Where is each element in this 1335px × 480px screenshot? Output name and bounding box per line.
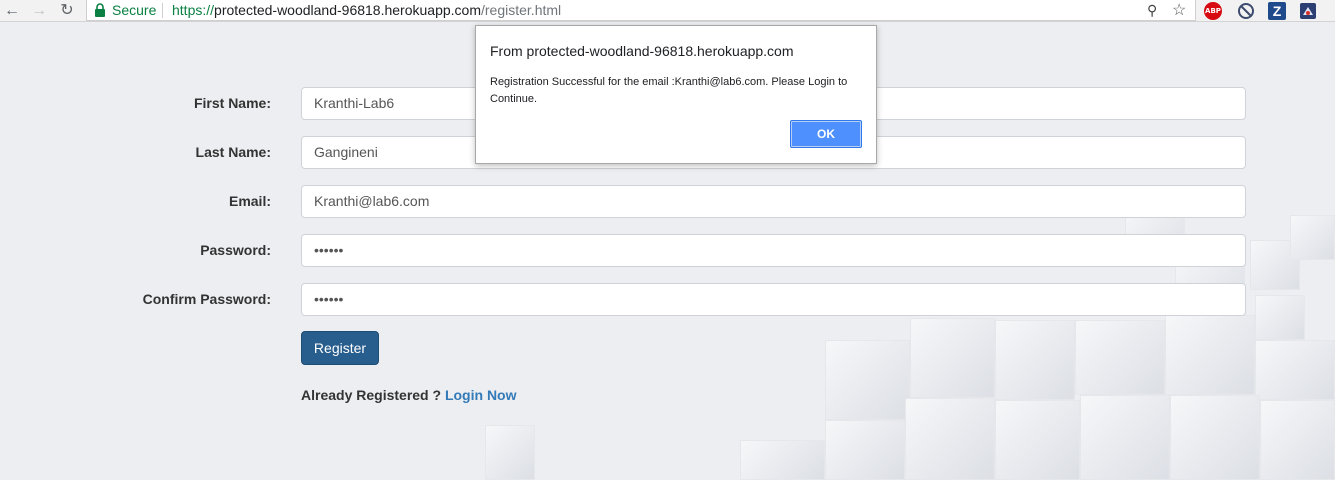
dialog-message: Registration Successful for the email :K…	[490, 76, 848, 105]
background-cube	[995, 320, 1075, 400]
ok-button[interactable]: OK	[790, 120, 862, 148]
last-name-label: Last Name:	[195, 144, 271, 160]
dialog-title: From protected-woodland-96818.herokuapp.…	[490, 43, 794, 59]
alert-dialog: From protected-woodland-96818.herokuapp.…	[475, 25, 877, 164]
bookmark-star-icon[interactable]: ☆	[1172, 0, 1186, 20]
url-scheme: https://	[172, 2, 215, 18]
confirm-password-label: Confirm Password:	[142, 291, 271, 307]
forward-arrow-icon[interactable]: →	[29, 1, 49, 21]
block-extension-icon[interactable]	[1237, 2, 1255, 20]
background-cube	[1260, 400, 1335, 480]
already-registered-text: Already Registered ?	[301, 387, 442, 403]
already-registered-row: Already Registered ? Login Now	[301, 387, 517, 403]
url-text[interactable]: https://protected-woodland-96818.herokua…	[172, 2, 561, 18]
back-arrow-icon[interactable]: ←	[2, 1, 22, 21]
password-input[interactable]: ••••••	[301, 234, 1246, 267]
background-cube	[1075, 320, 1165, 395]
background-cube	[1290, 215, 1335, 260]
background-cube	[1080, 395, 1170, 480]
background-cube	[1255, 295, 1305, 340]
adblock-extension-icon[interactable]: ABP	[1204, 2, 1222, 20]
background-cube	[825, 340, 910, 420]
background-cube	[740, 440, 825, 480]
background-cube	[905, 398, 995, 480]
password-label: Password:	[200, 242, 271, 258]
reload-icon[interactable]: ↻	[57, 1, 77, 21]
email-input[interactable]: Kranthi@lab6.com	[301, 185, 1246, 218]
background-cube	[485, 425, 535, 480]
register-button[interactable]: Register	[301, 331, 379, 365]
z-extension-icon[interactable]: Z	[1268, 2, 1286, 20]
address-separator	[162, 3, 163, 18]
background-cube	[1170, 395, 1260, 480]
browser-toolbar: ← → ↻ Secure https://protected-woodland-…	[0, 0, 1335, 22]
email-label: Email:	[228, 193, 271, 209]
key-icon[interactable]: ⚲	[1147, 2, 1157, 19]
secure-label: Secure	[112, 2, 157, 18]
background-cube	[910, 318, 995, 398]
background-cube	[1255, 340, 1335, 400]
address-bar[interactable]: Secure https://protected-woodland-96818.…	[86, 0, 1196, 21]
url-path: /register.html	[481, 2, 562, 18]
first-name-label: First Name:	[193, 95, 271, 111]
background-cube	[825, 420, 905, 480]
confirm-password-input[interactable]: ••••••	[301, 283, 1246, 316]
url-host: protected-woodland-96818.herokuapp.com	[214, 2, 481, 18]
background-cube	[995, 400, 1080, 480]
speed-extension-icon[interactable]	[1299, 2, 1317, 20]
background-cube	[1165, 315, 1255, 395]
lock-icon	[95, 3, 105, 17]
login-now-link[interactable]: Login Now	[445, 387, 517, 403]
